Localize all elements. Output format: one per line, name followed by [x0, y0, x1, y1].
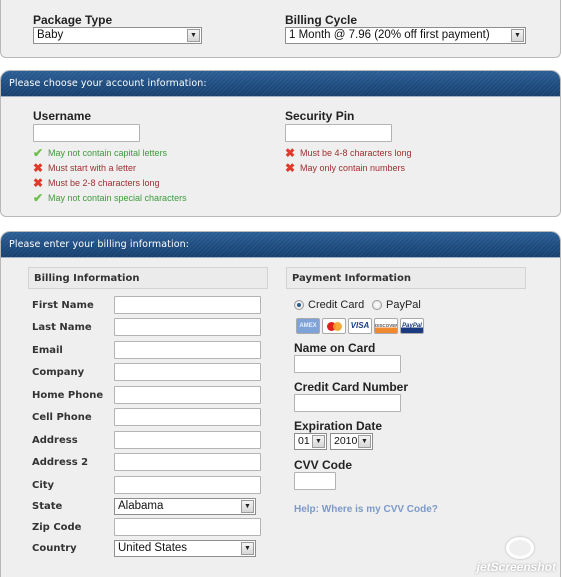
- package-type-label: Package Type: [33, 13, 113, 27]
- cvv-help-link[interactable]: Help: Where is my CVV Code?: [294, 504, 438, 515]
- cross-icon: ✖: [285, 146, 296, 160]
- security-pin-label: Security Pin: [285, 109, 355, 123]
- home-phone-label: Home Phone: [32, 390, 104, 401]
- visa-card-icon: VISA: [348, 318, 372, 334]
- validation-rule: ✔ May not contain capital letters: [33, 146, 167, 160]
- company-input[interactable]: [114, 363, 261, 381]
- chevron-down-icon[interactable]: ▼: [312, 435, 325, 448]
- package-panel: Package Type Baby ▼ Billing Cycle 1 Mont…: [0, 0, 561, 58]
- validation-rule-text: May not contain special characters: [48, 193, 187, 203]
- security-pin-input[interactable]: [285, 124, 392, 142]
- expiration-year-select[interactable]: 2010 ▼: [330, 433, 373, 450]
- billing-information-heading: Billing Information: [28, 267, 268, 289]
- home-phone-input[interactable]: [114, 386, 261, 404]
- cross-icon: ✖: [33, 176, 44, 190]
- address-label: Address: [32, 435, 78, 446]
- card-number-label: Credit Card Number: [294, 380, 409, 394]
- username-label: Username: [33, 109, 92, 123]
- exp-year-value: 2010: [334, 435, 358, 447]
- zip-code-label: Zip Code: [32, 522, 82, 533]
- last-name-label: Last Name: [32, 322, 92, 333]
- amex-card-icon: AMEX: [296, 318, 320, 334]
- chevron-down-icon[interactable]: ▼: [241, 500, 254, 513]
- radio-paypal[interactable]: PayPal: [372, 299, 421, 311]
- validation-rule: ✔ May not contain special characters: [33, 191, 187, 205]
- package-type-value: Baby: [37, 29, 64, 41]
- state-select[interactable]: Alabama ▼: [114, 498, 256, 515]
- validation-rule-text: Must start with a letter: [48, 163, 137, 173]
- cell-phone-input[interactable]: [114, 408, 261, 426]
- zip-code-input[interactable]: [114, 518, 261, 536]
- expiration-month-select[interactable]: 01 ▼: [294, 433, 327, 450]
- expiration-date-label: Expiration Date: [294, 419, 383, 433]
- cvv-code-label: CVV Code: [294, 458, 353, 472]
- first-name-input[interactable]: [114, 296, 261, 314]
- watermark-logo-icon: [506, 537, 534, 559]
- validation-rule-text: May only contain numbers: [300, 163, 406, 173]
- discover-card-icon: DISCOVER: [374, 318, 398, 334]
- package-type-select[interactable]: Baby ▼: [33, 27, 202, 44]
- address-2-label: Address 2: [32, 457, 89, 468]
- chevron-down-icon[interactable]: ▼: [187, 29, 200, 42]
- company-label: Company: [32, 367, 85, 378]
- last-name-input[interactable]: [114, 318, 261, 336]
- radio-credit-card[interactable]: Credit Card: [294, 299, 364, 311]
- address-input[interactable]: [114, 431, 261, 449]
- email-label: Email: [32, 345, 63, 356]
- cross-icon: ✖: [33, 161, 44, 175]
- paypal-card-icon: PayPal: [400, 318, 424, 334]
- country-select[interactable]: United States ▼: [114, 540, 256, 557]
- first-name-label: First Name: [32, 300, 94, 311]
- cross-icon: ✖: [285, 161, 296, 175]
- paypal-label: PayPal: [386, 299, 421, 311]
- checkmark-icon: ✔: [33, 191, 44, 205]
- state-label: State: [32, 501, 63, 512]
- billing-cycle-value: 1 Month @ 7.96 (20% off first payment): [289, 29, 490, 41]
- validation-rule: ✖ May only contain numbers: [285, 161, 405, 175]
- validation-rule: ✖ Must be 4-8 characters long: [285, 146, 412, 160]
- payment-information-heading: Payment Information: [286, 267, 526, 289]
- billing-cycle-label: Billing Cycle: [285, 13, 358, 27]
- city-label: City: [32, 480, 55, 491]
- accepted-cards: AMEX VISA DISCOVER PayPal: [296, 318, 424, 334]
- watermark: jetScreenshot: [476, 560, 556, 574]
- username-input[interactable]: [33, 124, 140, 142]
- state-value: Alabama: [118, 500, 164, 512]
- email-input[interactable]: [114, 341, 261, 359]
- country-label: Country: [32, 543, 77, 554]
- cell-phone-label: Cell Phone: [32, 412, 92, 423]
- chevron-down-icon[interactable]: ▼: [358, 435, 371, 448]
- cvv-code-input[interactable]: [294, 472, 336, 490]
- name-on-card-input[interactable]: [294, 355, 401, 373]
- chevron-down-icon[interactable]: ▼: [511, 29, 524, 42]
- city-input[interactable]: [114, 476, 261, 494]
- radio-unselected-icon[interactable]: [372, 300, 382, 310]
- name-on-card-label: Name on Card: [294, 341, 376, 355]
- validation-rule: ✖ Must start with a letter: [33, 161, 136, 175]
- card-number-input[interactable]: [294, 394, 401, 412]
- validation-rule-text: Must be 2-8 characters long: [48, 178, 160, 188]
- billing-section-header: Please enter your billing information:: [1, 232, 560, 258]
- validation-rule: ✖ Must be 2-8 characters long: [33, 176, 160, 190]
- account-section-header: Please choose your account information:: [1, 71, 560, 97]
- address-2-input[interactable]: [114, 453, 261, 471]
- radio-selected-icon[interactable]: [294, 300, 304, 310]
- checkmark-icon: ✔: [33, 146, 44, 160]
- validation-rule-text: May not contain capital letters: [48, 148, 168, 158]
- mastercard-card-icon: [322, 318, 346, 334]
- exp-month-value: 01: [298, 435, 310, 447]
- country-value: United States: [118, 542, 188, 554]
- billing-cycle-select[interactable]: 1 Month @ 7.96 (20% off first payment) ▼: [285, 27, 526, 44]
- validation-rule-text: Must be 4-8 characters long: [300, 148, 412, 158]
- credit-card-label: Credit Card: [308, 299, 365, 311]
- chevron-down-icon[interactable]: ▼: [241, 542, 254, 555]
